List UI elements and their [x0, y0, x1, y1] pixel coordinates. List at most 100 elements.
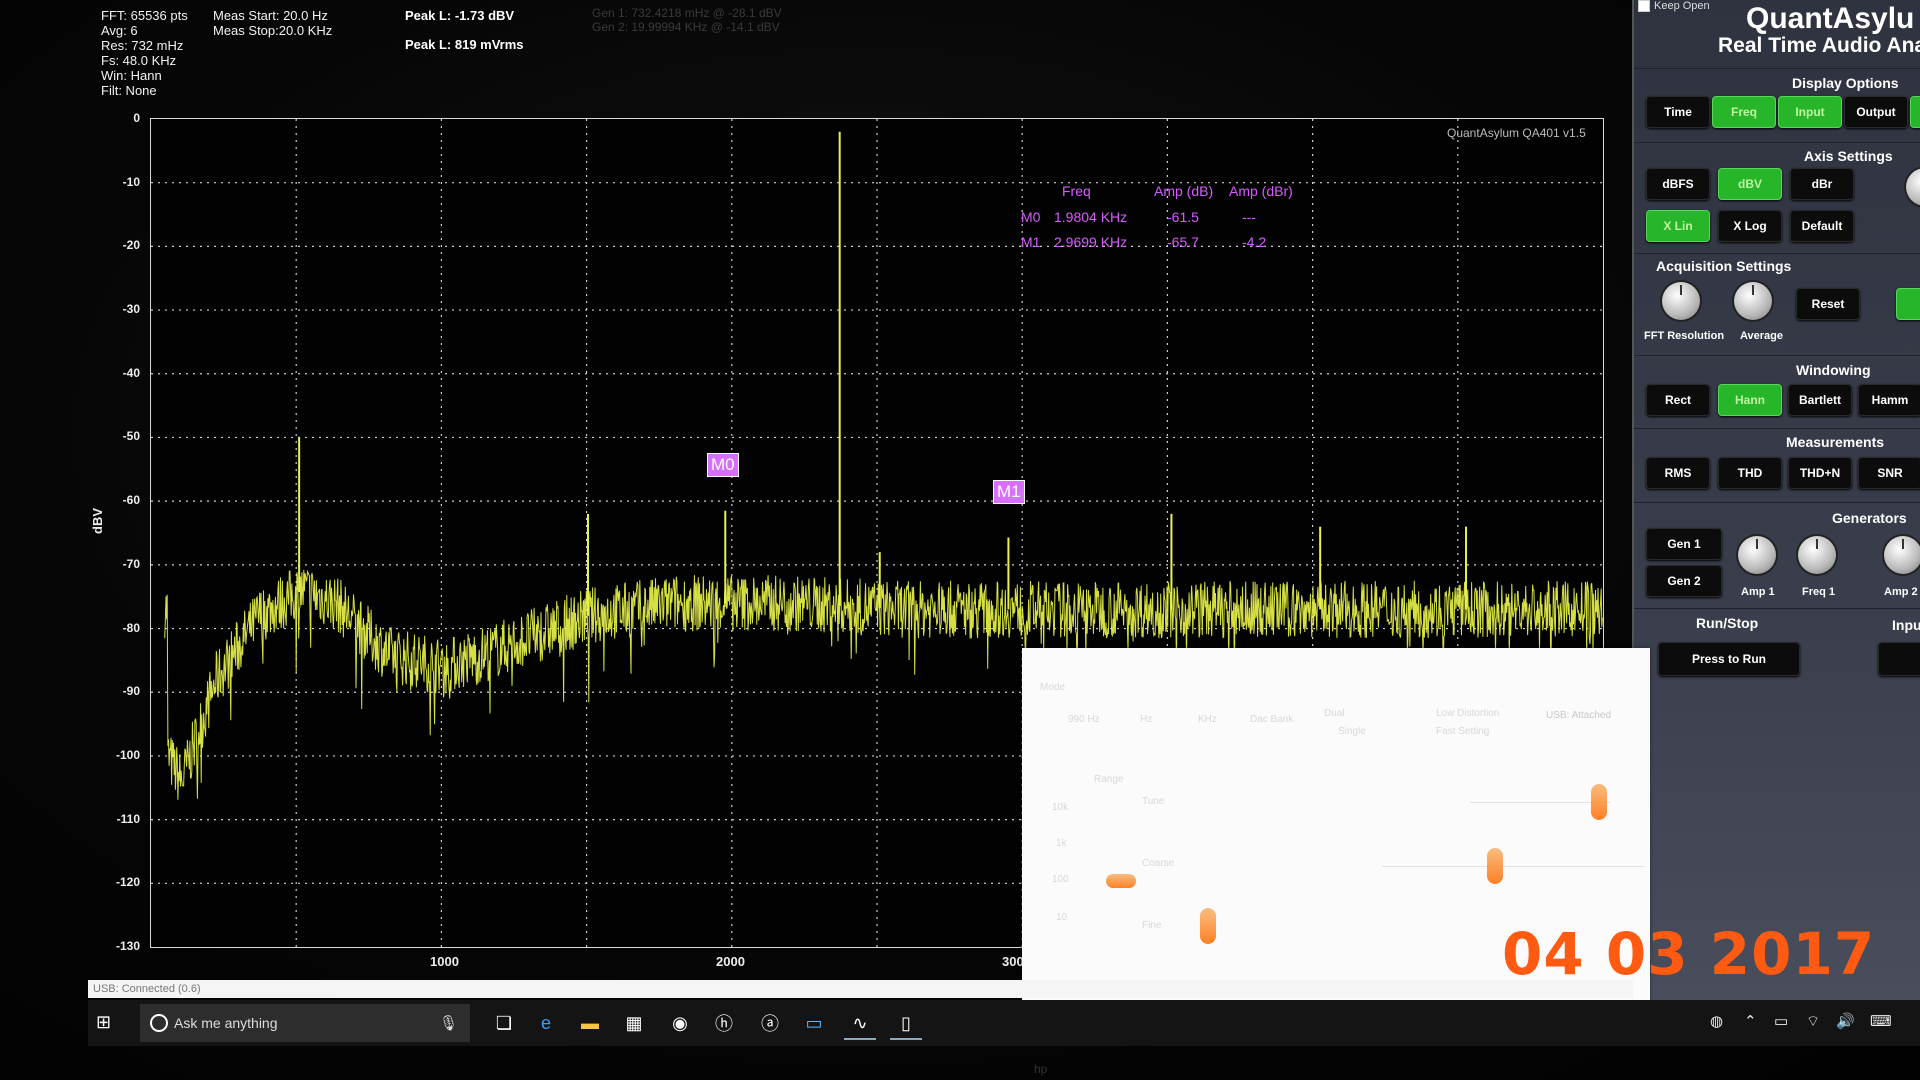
reset-button[interactable]: Reset — [1796, 288, 1860, 320]
axis-xlin-button[interactable]: X Lin — [1646, 210, 1710, 242]
file-explorer-icon[interactable]: ▬ — [574, 1008, 606, 1038]
meas-rms-button[interactable]: RMS — [1646, 457, 1710, 489]
dialog-low-distortion[interactable]: Low Distortion — [1436, 708, 1499, 719]
section-display-options: Display Options — [1792, 75, 1899, 91]
stat-filt: Filt: None — [101, 83, 157, 98]
tray-chevron-up-icon[interactable]: ⌃ — [1744, 1012, 1757, 1030]
amp2-knob[interactable] — [1884, 536, 1920, 574]
gen1-button[interactable]: Gen 1 — [1646, 528, 1722, 560]
hp-icon[interactable]: ⓗ — [708, 1008, 740, 1038]
stat-win: Win: Hann — [101, 68, 162, 83]
window-hann-button[interactable]: Hann — [1718, 384, 1782, 416]
y-tick-label: -130 — [115, 939, 140, 953]
keep-open-label: Keep Open — [1654, 0, 1710, 12]
tune-slider-thumb[interactable] — [1591, 784, 1607, 820]
y-tick-label: -90 — [122, 684, 140, 699]
display-freq-button[interactable]: Freq — [1712, 96, 1776, 128]
x-tick-label: 300 — [1002, 954, 1024, 969]
gen1-info: Gen 1: 732.4218 mHz @ -28.1 dBV — [592, 6, 782, 20]
dialog-usb-status: USB: Attached — [1546, 710, 1612, 721]
amp1-knob[interactable] — [1738, 536, 1776, 574]
divider — [1634, 428, 1920, 429]
x-tick-label: 2000 — [716, 954, 745, 969]
marker-header-freq: Freq — [1062, 183, 1091, 199]
average-knob[interactable] — [1734, 282, 1772, 320]
input-button[interactable] — [1878, 642, 1920, 676]
dialog-dual[interactable]: Dual — [1324, 708, 1345, 719]
cortana-search[interactable]: Ask me anything 🎙 — [140, 1004, 470, 1042]
section-generators: Generators — [1832, 510, 1907, 526]
axis-knob[interactable] — [1906, 168, 1920, 206]
axis-dbfs-button[interactable]: dBFS — [1646, 168, 1710, 200]
task-view-icon[interactable]: ❏ — [488, 1008, 520, 1038]
hp-logo-icon: hp — [1034, 1062, 1048, 1076]
marker-row-freq: 2.9699 KHz — [1054, 234, 1128, 250]
window-bartlett-button[interactable]: Bartlett — [1788, 384, 1852, 416]
axis-dbr-button[interactable]: dBr — [1790, 168, 1854, 200]
dialog-freq-value[interactable]: 990 Hz — [1068, 714, 1100, 725]
wifi-icon[interactable]: ⌔ — [1806, 1012, 1820, 1031]
keep-open-checkbox[interactable]: Keep Open — [1638, 0, 1710, 13]
y-tick-label: -100 — [115, 747, 140, 762]
app-circle-icon[interactable]: ◉ — [664, 1008, 696, 1038]
coarse-slider-thumb[interactable] — [1487, 848, 1503, 884]
microphone-icon[interactable]: 🎙 — [439, 1014, 458, 1032]
acq-extra-button[interactable] — [1896, 288, 1920, 320]
dialog-dac-bank[interactable]: Dac Bank — [1250, 714, 1293, 725]
marker-row-amp: -61.5 — [1167, 209, 1199, 225]
brand-subtitle: Real Time Audio Ana — [1718, 34, 1920, 57]
meas-snr-button[interactable]: SNR — [1858, 457, 1920, 489]
dialog-unit-hz[interactable]: Hz — [1140, 714, 1152, 725]
display-time-button[interactable]: Time — [1646, 96, 1710, 128]
window-rect-button[interactable]: Rect — [1646, 384, 1710, 416]
coarse-track — [1382, 866, 1644, 867]
press-to-run-button[interactable]: Press to Run — [1658, 642, 1800, 676]
tray-app-icon[interactable]: ◍ — [1710, 1012, 1723, 1030]
section-measurements: Measurements — [1786, 434, 1885, 450]
dialog-tune: Tune — [1142, 796, 1165, 807]
meas-start: Meas Start: 20.0 Hz — [213, 8, 328, 23]
battery-icon[interactable]: ▭ — [1774, 1012, 1788, 1030]
y-tick-label: -10 — [122, 174, 140, 189]
freq1-knob[interactable] — [1798, 536, 1836, 574]
analyzer-app-icon[interactable]: ∿ — [844, 1008, 876, 1040]
marker-row-name: M0 — [1021, 209, 1041, 225]
y-tick-label: -80 — [122, 620, 140, 635]
range-slider-thumb[interactable] — [1106, 874, 1136, 888]
display-input-button[interactable]: Input — [1778, 96, 1842, 128]
dialog-single[interactable]: Single — [1338, 726, 1366, 737]
gen2-button[interactable]: Gen 2 — [1646, 565, 1722, 597]
windows-start-icon[interactable]: ⊞ — [96, 1012, 111, 1033]
section-run-stop: Run/Stop — [1696, 615, 1759, 631]
axis-dbv-button[interactable]: dBV — [1718, 168, 1782, 200]
edge-browser-icon[interactable]: e — [530, 1008, 562, 1038]
display-output-button[interactable]: Output — [1844, 96, 1908, 128]
average-label: Average — [1740, 330, 1784, 342]
marker-m1[interactable]: M1 — [993, 480, 1025, 504]
dialog-range-1k: 1k — [1056, 838, 1067, 849]
fft-stats: FFT: 65536 pts Avg: 6 Res: 732 mHz Fs: 4… — [101, 8, 188, 98]
volume-icon[interactable]: 🔊 — [1836, 1012, 1855, 1030]
axis-xlog-button[interactable]: X Log — [1718, 210, 1782, 242]
meas-thd-button[interactable]: THD — [1718, 457, 1782, 489]
divider — [1634, 253, 1920, 254]
y-tick-label: -40 — [122, 365, 140, 380]
amazon-icon[interactable]: ⓐ — [754, 1008, 786, 1038]
blank-window-icon[interactable]: ▯ — [890, 1008, 922, 1040]
window-hamm-button[interactable]: Hamm — [1858, 384, 1920, 416]
divider — [1634, 142, 1920, 143]
axis-default-button[interactable]: Default — [1790, 210, 1854, 242]
usb-status-bar: USB: Connected (0.6) — [88, 980, 1633, 998]
folder-icon[interactable]: ▭ — [798, 1008, 830, 1038]
keyboard-icon[interactable]: ⌨ — [1870, 1012, 1892, 1030]
dialog-range-10: 10 — [1056, 912, 1068, 923]
store-icon[interactable]: ▦ — [618, 1008, 650, 1038]
marker-m0[interactable]: M0 — [707, 453, 739, 477]
fine-slider-thumb[interactable] — [1200, 908, 1216, 944]
dialog-unit-khz[interactable]: KHz — [1198, 714, 1217, 725]
dialog-fast-setting[interactable]: Fast Setting — [1436, 726, 1489, 737]
x-tick-label: 1000 — [430, 954, 459, 969]
display-extra-button[interactable] — [1910, 96, 1920, 128]
meas-thdn-button[interactable]: THD+N — [1788, 457, 1852, 489]
fft-resolution-knob[interactable] — [1662, 282, 1700, 320]
